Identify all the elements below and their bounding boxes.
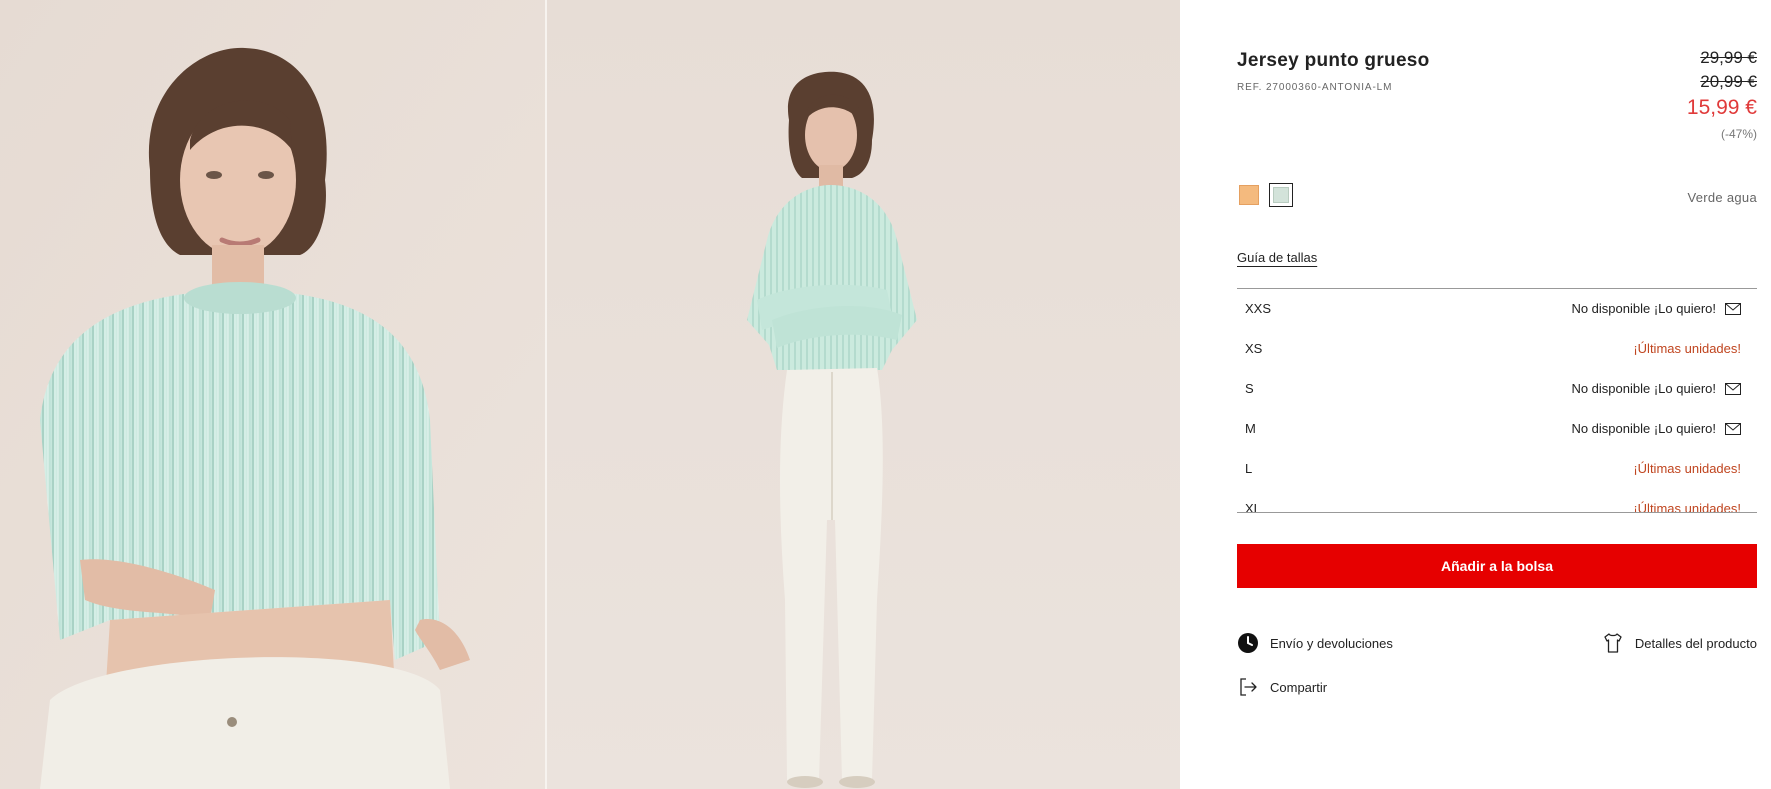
product-details-link[interactable]: Detalles del producto — [1602, 632, 1757, 654]
mail-icon[interactable] — [1725, 382, 1741, 395]
shipping-returns-link[interactable]: Envío y devoluciones — [1237, 632, 1393, 654]
size-status: ¡Últimas unidades! — [1633, 461, 1741, 476]
product-photo-closeup[interactable] — [0, 0, 545, 789]
product-gallery — [0, 0, 1180, 789]
product-details-label: Detalles del producto — [1634, 635, 1757, 651]
selected-color-name: Verde agua — [1687, 190, 1757, 205]
size-label: S — [1245, 381, 1254, 396]
discount-label: (-47%) — [1720, 127, 1757, 141]
size-status: ¡Últimas unidades! — [1633, 501, 1741, 513]
tshirt-icon — [1602, 632, 1624, 654]
size-label: XS — [1245, 341, 1263, 356]
share-link[interactable]: Compartir — [1237, 676, 1327, 698]
size-row-xs[interactable]: XS ¡Últimas unidades! — [1237, 329, 1757, 369]
size-row-m[interactable]: M No disponible ¡Lo quiero! — [1237, 409, 1757, 449]
color-swatch-orange-chip — [1239, 185, 1259, 205]
product-photo-fullbody[interactable] — [547, 0, 1180, 789]
price-block: 29,99 € 20,99 € 15,99 € (-47%) — [1597, 46, 1757, 143]
product-photo-fullbody-image — [547, 0, 1180, 789]
add-to-bag-button[interactable]: Añadir a la bolsa — [1237, 544, 1757, 588]
size-status-text: No disponible ¡Lo quiero! — [1571, 301, 1716, 316]
mail-icon[interactable] — [1725, 302, 1741, 315]
color-swatch-verde-agua[interactable] — [1269, 183, 1293, 207]
color-swatch-orange[interactable] — [1239, 183, 1263, 207]
share-label: Compartir — [1270, 679, 1328, 695]
size-row-s[interactable]: S No disponible ¡Lo quiero! — [1237, 369, 1757, 409]
mail-icon[interactable] — [1725, 422, 1741, 435]
product-photo-closeup-image — [0, 0, 545, 789]
size-label: L — [1245, 461, 1253, 476]
color-swatch-verde-agua-chip — [1273, 187, 1289, 203]
size-status-text: No disponible ¡Lo quiero! — [1571, 421, 1716, 436]
size-guide-link[interactable]: Guía de tallas — [1237, 250, 1317, 265]
size-row-xxs[interactable]: XXS No disponible ¡Lo quiero! — [1237, 289, 1757, 329]
product-reference: REF. 27000360-ANTONIA-LM — [1237, 82, 1393, 93]
size-row-l[interactable]: L ¡Últimas unidades! — [1237, 449, 1757, 489]
size-status-text: No disponible ¡Lo quiero! — [1571, 381, 1716, 396]
size-status: ¡Últimas unidades! — [1633, 341, 1741, 356]
price-original: 29,99 € — [1700, 48, 1757, 67]
product-info-panel: Jersey punto grueso REF. 27000360-ANTONI… — [1237, 0, 1757, 789]
size-status-text: ¡Últimas unidades! — [1633, 461, 1741, 476]
clock-icon — [1237, 632, 1259, 654]
product-title: Jersey punto grueso — [1237, 50, 1430, 71]
size-label: M — [1245, 421, 1256, 436]
size-status: No disponible ¡Lo quiero! — [1571, 301, 1741, 316]
size-row-xl[interactable]: XL ¡Últimas unidades! — [1237, 489, 1757, 513]
size-label: XL — [1245, 501, 1261, 513]
size-list[interactable]: XXS No disponible ¡Lo quiero! XS ¡Última… — [1237, 288, 1757, 513]
shipping-returns-label: Envío y devoluciones — [1270, 635, 1393, 651]
size-status-text: ¡Últimas unidades! — [1633, 501, 1741, 513]
size-status: No disponible ¡Lo quiero! — [1571, 381, 1741, 396]
price-previous: 20,99 € — [1700, 72, 1757, 91]
price-current: 15,99 € — [1686, 96, 1757, 119]
share-icon — [1237, 676, 1259, 698]
size-status-text: ¡Últimas unidades! — [1633, 341, 1741, 356]
size-status: No disponible ¡Lo quiero! — [1571, 421, 1741, 436]
size-label: XXS — [1245, 301, 1272, 316]
